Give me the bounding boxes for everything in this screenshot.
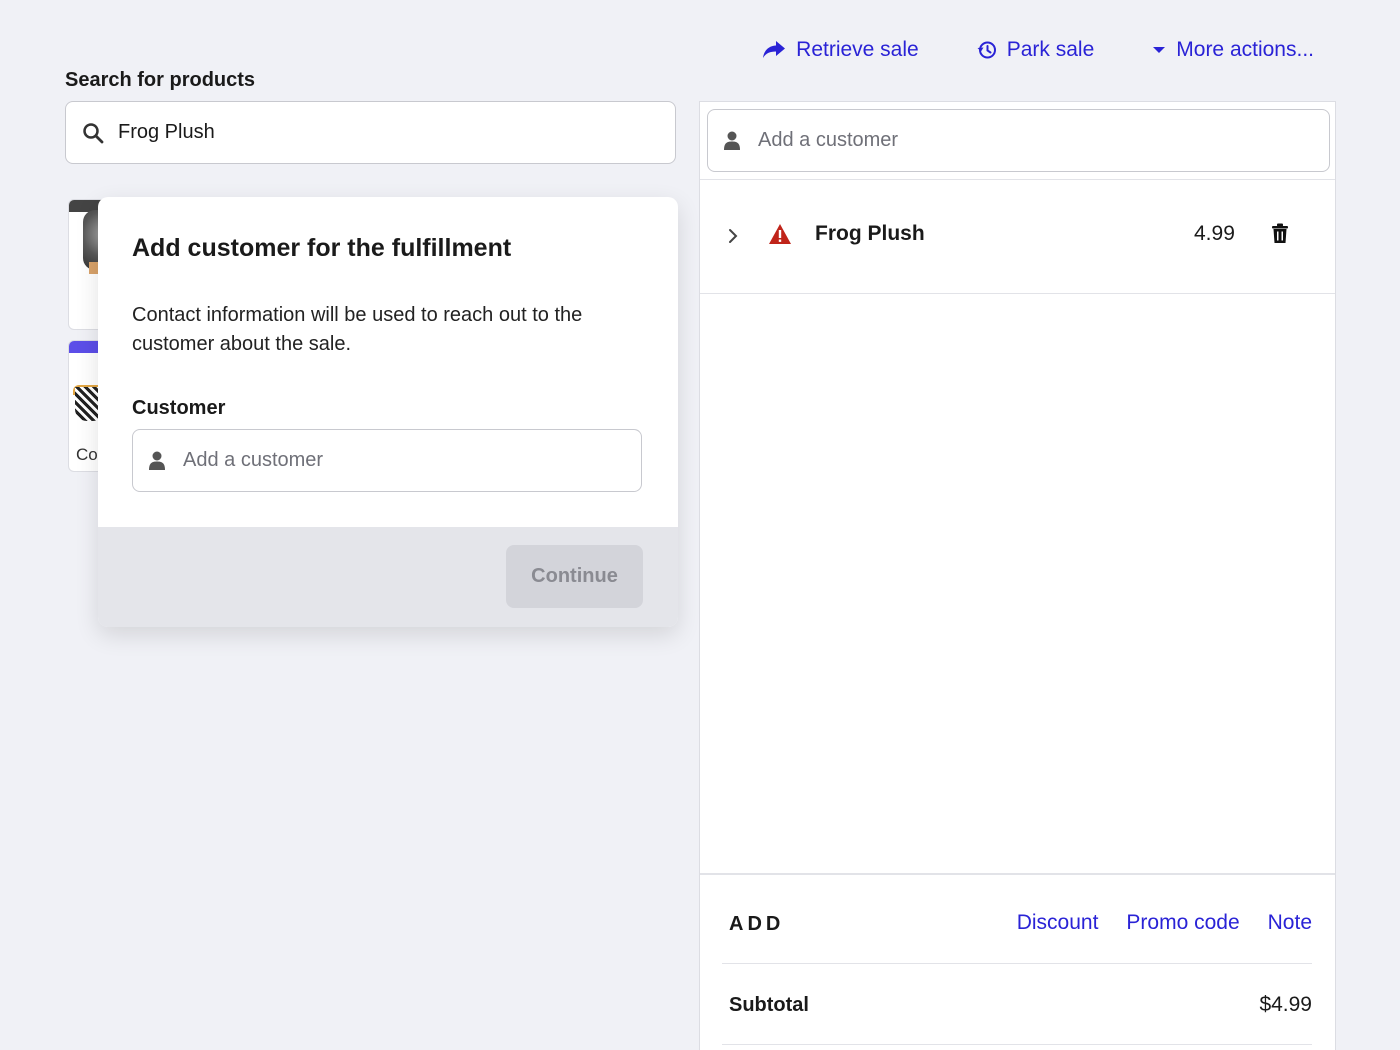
caret-down-icon	[1153, 47, 1166, 53]
more-actions-button[interactable]: More actions...	[1152, 38, 1314, 62]
line-item-price: 4.99	[1194, 222, 1235, 245]
continue-button[interactable]: Continue	[506, 545, 643, 608]
cart-customer-input[interactable]	[758, 129, 1178, 152]
cart-summary: ADD Discount Promo code Note Subtotal $4…	[700, 873, 1335, 1050]
cart-customer-field[interactable]	[707, 109, 1330, 172]
more-actions-label: More actions...	[1176, 38, 1314, 61]
add-title: ADD	[729, 913, 785, 935]
modal-customer-input[interactable]	[183, 449, 603, 472]
subtotal-row: Subtotal $4.99	[722, 964, 1312, 1045]
subtotal-value: $4.99	[1259, 993, 1312, 1016]
add-customer-modal: Add customer for the fulfillment Contact…	[98, 197, 678, 627]
history-icon	[977, 41, 996, 59]
person-icon	[724, 131, 740, 150]
chevron-right-icon[interactable]	[727, 228, 739, 244]
trash-icon[interactable]	[1271, 223, 1289, 244]
product-search-box[interactable]	[65, 101, 676, 164]
header-actions: Retrieve sale Park sale More actions...	[762, 38, 1314, 62]
park-sale-label: Park sale	[1006, 38, 1095, 61]
modal-customer-field[interactable]	[132, 429, 642, 492]
search-icon	[83, 122, 104, 143]
subtotal-label: Subtotal	[729, 994, 809, 1016]
product-search-input[interactable]	[118, 121, 638, 144]
customer-field-label: Customer	[132, 397, 226, 419]
cart-panel: Frog Plush 4.99 ADD Discount Promo code …	[699, 101, 1336, 1050]
modal-title: Add customer for the fulfillment	[132, 234, 512, 262]
add-row: ADD Discount Promo code Note	[722, 875, 1312, 964]
cart-line-item[interactable]: Frog Plush 4.99	[700, 180, 1335, 294]
line-item-name: Frog Plush	[815, 222, 925, 245]
warning-icon	[769, 224, 791, 244]
park-sale-button[interactable]: Park sale	[977, 38, 1095, 62]
retrieve-sale-label: Retrieve sale	[796, 38, 919, 61]
note-link[interactable]: Note	[1268, 911, 1312, 935]
promo-code-link[interactable]: Promo code	[1126, 911, 1239, 935]
discount-link[interactable]: Discount	[1017, 911, 1099, 935]
modal-footer: Continue	[98, 527, 678, 627]
product-name: Co	[76, 445, 98, 464]
search-label: Search for products	[65, 69, 256, 91]
share-arrow-icon	[763, 41, 786, 58]
retrieve-sale-button[interactable]: Retrieve sale	[762, 38, 919, 62]
person-icon	[149, 451, 165, 470]
modal-description: Contact information will be used to reac…	[132, 304, 583, 355]
add-links: Discount Promo code Note	[1017, 911, 1312, 935]
